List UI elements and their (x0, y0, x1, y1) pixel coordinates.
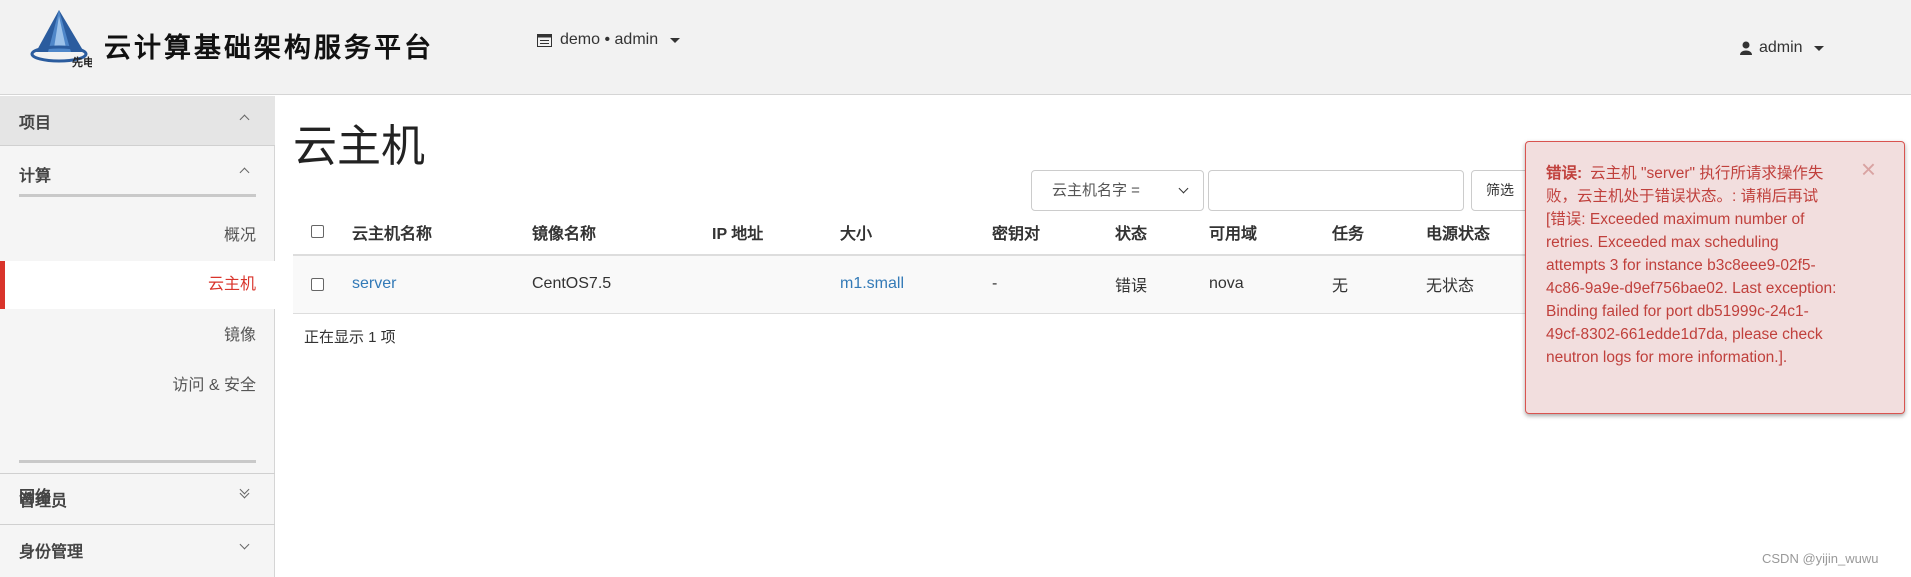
filter-field-value: 云主机名字 = (1052, 182, 1140, 199)
watermark: CSDN @yijin_wuwu (1762, 551, 1879, 566)
user-menu[interactable]: admin (1740, 39, 1824, 57)
table-row: server CentOS7.5 m1.small - 错误 nova 无 无状… (293, 255, 1533, 314)
column-header[interactable]: 密钥对 (992, 210, 1115, 256)
table-cell: 无 (1332, 255, 1426, 314)
alert-message-block: 错误: 云主机 "server" 执行所请求操作失败，云主机处于错误状态。: 请稍… (1546, 162, 1841, 369)
column-header[interactable]: IP 地址 (712, 210, 840, 256)
instance-name-link[interactable]: server (352, 275, 396, 292)
sidebar: 项目 计算 概况 云主机 镜像 访问 & 安全 网络 管理员 身份管理 (0, 96, 275, 577)
column-header[interactable]: 云主机名称 (352, 210, 532, 256)
status-cell: 错误 (1115, 255, 1209, 314)
column-header[interactable]: 可用域 (1209, 210, 1332, 256)
sidebar-category-identity[interactable]: 身份管理 (0, 524, 275, 574)
table-cell: 无状态 (1426, 255, 1533, 314)
table-cell: CentOS7.5 (532, 255, 712, 314)
sidebar-category-label: 项目 (19, 114, 52, 132)
table-cell: - (992, 255, 1115, 314)
select-all-checkbox[interactable] (311, 225, 324, 239)
chevron-down-icon (239, 488, 250, 499)
sidebar-item-overview[interactable]: 概况 (0, 212, 275, 260)
column-header[interactable]: 大小 (840, 210, 992, 256)
column-header[interactable]: 任务 (1332, 210, 1426, 256)
project-switcher[interactable]: demo • admin (537, 31, 681, 49)
chevron-down-icon (239, 539, 250, 550)
user-icon (1740, 41, 1752, 55)
caret-down-icon (1813, 45, 1824, 51)
section-divider (19, 194, 256, 197)
filter-button[interactable]: 筛选 (1471, 170, 1529, 211)
column-header[interactable]: 电源状态 (1426, 210, 1533, 256)
table-cell: nova (1209, 255, 1332, 314)
table-header-row: 云主机名称 镜像名称 IP 地址 大小 密钥对 状态 可用域 任务 电源状态 (293, 210, 1533, 256)
section-divider (19, 460, 256, 463)
sidebar-item-access-security[interactable]: 访问 & 安全 (0, 362, 275, 410)
filter-field-select[interactable]: 云主机名字 = (1031, 170, 1204, 211)
caret-down-icon (670, 37, 681, 43)
column-header[interactable]: 镜像名称 (532, 210, 712, 256)
alert-message: 云主机 "server" 执行所请求操作失败，云主机处于错误状态。: 请稍后再试… (1546, 165, 1837, 366)
instances-table: 云主机名称 镜像名称 IP 地址 大小 密钥对 状态 可用域 任务 电源状态 s… (293, 210, 1533, 314)
sidebar-category-label: 身份管理 (19, 543, 84, 561)
sidebar-category-admin[interactable]: 管理员 (0, 473, 275, 523)
flavor-link[interactable]: m1.small (840, 275, 904, 292)
brand-logo[interactable]: 先电 (26, 8, 92, 68)
sidebar-category-label: 计算 (19, 168, 52, 185)
row-count: 正在显示 1 项 (304, 329, 396, 346)
error-alert: 错误: 云主机 "server" 执行所请求操作失败，云主机处于错误状态。: 请稍… (1525, 141, 1905, 414)
sidebar-category-project[interactable]: 项目 (0, 96, 275, 146)
sidebar-category-label: 管理员 (19, 492, 68, 510)
project-switcher-label: demo • admin (560, 31, 659, 48)
top-navbar: 先电 云计算基础架构服务平台 demo • admin admin (0, 0, 1911, 95)
row-checkbox[interactable] (311, 277, 324, 291)
chevron-up-icon (239, 114, 250, 125)
sidebar-category-compute[interactable]: 计算 (0, 149, 275, 199)
sidebar-item-instances[interactable]: 云主机 (0, 261, 275, 309)
close-icon[interactable]: × (1861, 156, 1876, 182)
brand-logo-text: 先电 (72, 55, 92, 68)
page-title: 云主机 (293, 122, 425, 171)
user-menu-label: admin (1759, 39, 1803, 56)
column-header[interactable]: 状态 (1115, 210, 1209, 256)
table-cell (712, 255, 840, 314)
alert-label: 错误: (1546, 165, 1583, 182)
chevron-up-icon (239, 167, 250, 178)
server-icon (537, 33, 552, 47)
chevron-down-icon (1178, 183, 1189, 194)
brand-title[interactable]: 云计算基础架构服务平台 (104, 26, 434, 65)
filter-input[interactable] (1208, 170, 1464, 211)
sidebar-item-images[interactable]: 镜像 (0, 312, 275, 360)
